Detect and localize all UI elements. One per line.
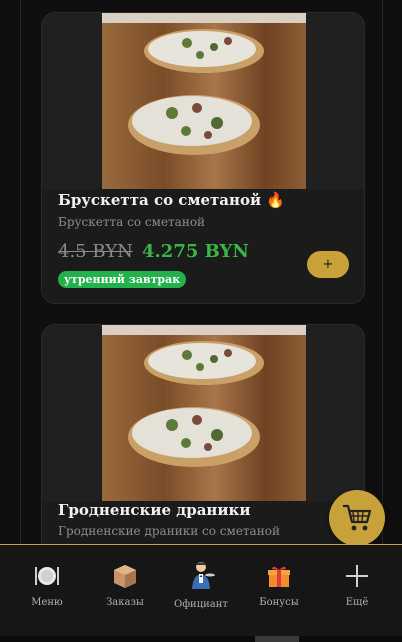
gift-icon	[268, 566, 290, 587]
product-card[interactable]: Брускетта со сметаной 🔥 Брускетта со сме…	[41, 12, 365, 304]
add-to-cart-button[interactable]: +	[307, 251, 349, 278]
nav-item-menu[interactable]: Меню	[12, 545, 82, 635]
bottom-navigation: Меню Заказы Официант Бонусы Ещё	[0, 544, 402, 637]
scroll-indicator	[255, 636, 299, 642]
product-title: Брускетта со сметаной 🔥	[58, 191, 286, 209]
plus-icon	[346, 565, 368, 587]
waiter-icon	[192, 562, 215, 589]
product-image[interactable]	[102, 325, 306, 501]
product-description: Гродненские драники со сметаной	[58, 524, 280, 538]
product-title: Гродненские драники	[58, 501, 251, 519]
product-image[interactable]	[102, 13, 306, 189]
category-badge: утренний завтрак	[58, 271, 187, 288]
box-icon	[114, 565, 136, 588]
nav-label: Меню	[31, 597, 63, 608]
plate-cutlery-icon	[35, 567, 59, 585]
nav-label: Заказы	[106, 597, 144, 608]
cart-icon	[343, 504, 372, 531]
nav-item-orders[interactable]: Заказы	[90, 545, 160, 635]
cart-button[interactable]	[329, 490, 385, 546]
nav-label: Ещё	[345, 597, 369, 608]
nav-label: Официант	[174, 599, 228, 610]
nav-item-waiter[interactable]: Официант	[166, 545, 236, 635]
product-description: Брускетта со сметаной	[58, 215, 206, 229]
system-bar	[0, 636, 402, 642]
nav-item-bonuses[interactable]: Бонусы	[244, 545, 314, 635]
price-row: 4.5 BYN 4.275 BYN	[58, 241, 249, 262]
discount-price: 4.275 BYN	[142, 241, 249, 262]
old-price: 4.5 BYN	[58, 241, 133, 262]
nav-label: Бонусы	[259, 597, 299, 608]
nav-item-more[interactable]: Ещё	[322, 545, 392, 635]
